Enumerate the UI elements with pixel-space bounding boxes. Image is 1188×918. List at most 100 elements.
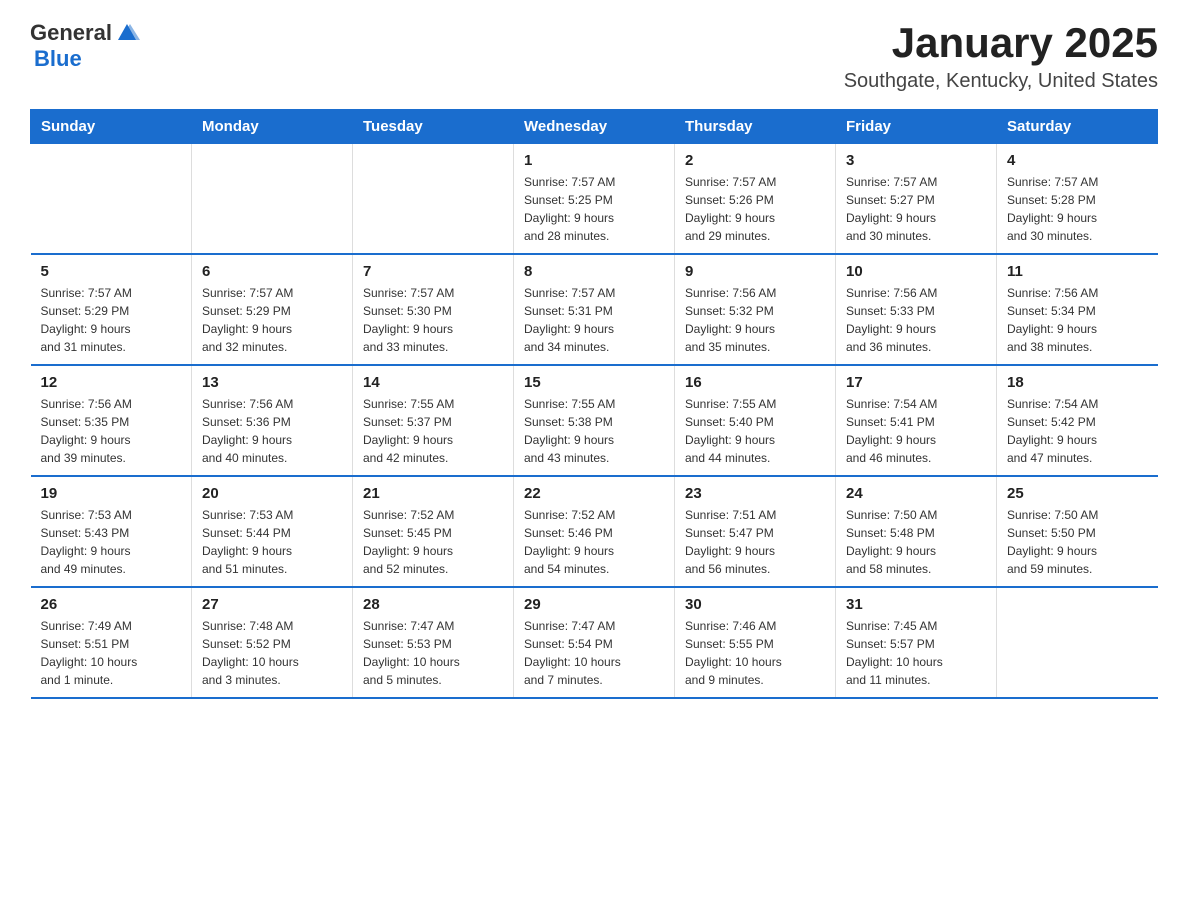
header-monday: Monday	[192, 110, 353, 144]
day-number: 10	[846, 263, 986, 280]
day-number: 27	[202, 596, 342, 613]
calendar-cell: 23 Sunrise: 7:51 AMSunset: 5:47 PMDayligh…	[675, 476, 836, 587]
calendar-cell: 14 Sunrise: 7:55 AMSunset: 5:37 PMDayligh…	[353, 365, 514, 476]
day-number: 31	[846, 596, 986, 613]
day-number: 6	[202, 263, 342, 280]
calendar-cell: 1 Sunrise: 7:57 AMSunset: 5:25 PMDaylight…	[514, 144, 675, 255]
header-thursday: Thursday	[675, 110, 836, 144]
day-number: 3	[846, 152, 986, 169]
day-number: 22	[524, 485, 664, 502]
day-info: Sunrise: 7:50 AMSunset: 5:50 PMDaylight:…	[1007, 506, 1148, 578]
day-number: 5	[41, 263, 182, 280]
week-row-4: 19Sunrise: 7:53 AMSunset: 5:43 PMDayligh…	[31, 476, 1158, 587]
day-number: 8	[524, 263, 664, 280]
day-info: Sunrise: 7:46 AMSunset: 5:55 PMDaylight:…	[685, 617, 825, 689]
calendar-cell	[997, 587, 1158, 698]
week-row-3: 12 Sunrise: 7:56 AMSunset: 5:35 PMDayligh…	[31, 365, 1158, 476]
day-info: Sunrise: 7:57 AMSunset: 5:30 PMDaylight:…	[363, 284, 503, 356]
day-info: Sunrise: 7:56 AMSunset: 5:34 PMDaylight:…	[1007, 284, 1148, 356]
day-info: Sunrise: 7:56 AMSunset: 5:33 PMDaylight:…	[846, 284, 986, 356]
header-sunday: Sunday	[31, 110, 192, 144]
calendar-cell: 15Sunrise: 7:55 AMSunset: 5:38 PMDayligh…	[514, 365, 675, 476]
header-tuesday: Tuesday	[353, 110, 514, 144]
day-info: Sunrise: 7:57 AMSunset: 5:31 PMDaylight:…	[524, 284, 664, 356]
calendar-cell: 26Sunrise: 7:49 AMSunset: 5:51 PMDayligh…	[31, 587, 192, 698]
day-info: Sunrise: 7:57 AMSunset: 5:26 PMDaylight:…	[685, 173, 825, 245]
calendar-cell: 24Sunrise: 7:50 AMSunset: 5:48 PMDayligh…	[836, 476, 997, 587]
calendar-cell: 4 Sunrise: 7:57 AMSunset: 5:28 PMDaylight…	[997, 144, 1158, 255]
day-number: 29	[524, 596, 664, 613]
day-info: Sunrise: 7:49 AMSunset: 5:51 PMDaylight:…	[41, 617, 182, 689]
calendar-cell: 13 Sunrise: 7:56 AMSunset: 5:36 PMDayligh…	[192, 365, 353, 476]
day-number: 11	[1007, 263, 1148, 280]
day-number: 15	[524, 374, 664, 391]
day-number: 18	[1007, 374, 1148, 391]
header-wednesday: Wednesday	[514, 110, 675, 144]
day-info: Sunrise: 7:56 AMSunset: 5:32 PMDaylight:…	[685, 284, 825, 356]
calendar-cell: 22 Sunrise: 7:52 AMSunset: 5:46 PMDayligh…	[514, 476, 675, 587]
day-number: 13	[202, 374, 342, 391]
day-number: 16	[685, 374, 825, 391]
calendar-cell	[353, 144, 514, 255]
day-info: Sunrise: 7:51 AMSunset: 5:47 PMDaylight:…	[685, 506, 825, 578]
day-info: Sunrise: 7:48 AMSunset: 5:52 PMDaylight:…	[202, 617, 342, 689]
week-row-2: 5 Sunrise: 7:57 AMSunset: 5:29 PMDaylight…	[31, 254, 1158, 365]
day-number: 4	[1007, 152, 1148, 169]
calendar-cell: 16 Sunrise: 7:55 AMSunset: 5:40 PMDayligh…	[675, 365, 836, 476]
calendar-cell: 6 Sunrise: 7:57 AMSunset: 5:29 PMDaylight…	[192, 254, 353, 365]
calendar-cell: 29Sunrise: 7:47 AMSunset: 5:54 PMDayligh…	[514, 587, 675, 698]
day-info: Sunrise: 7:56 AMSunset: 5:35 PMDaylight:…	[41, 395, 182, 467]
day-number: 2	[685, 152, 825, 169]
day-number: 19	[41, 485, 182, 502]
day-info: Sunrise: 7:45 AMSunset: 5:57 PMDaylight:…	[846, 617, 986, 689]
day-info: Sunrise: 7:57 AMSunset: 5:25 PMDaylight:…	[524, 173, 664, 245]
logo: General Blue	[30, 20, 142, 72]
day-info: Sunrise: 7:57 AMSunset: 5:29 PMDaylight:…	[202, 284, 342, 356]
header-saturday: Saturday	[997, 110, 1158, 144]
day-number: 12	[41, 374, 182, 391]
day-number: 1	[524, 152, 664, 169]
day-info: Sunrise: 7:57 AMSunset: 5:29 PMDaylight:…	[41, 284, 182, 356]
day-info: Sunrise: 7:53 AMSunset: 5:44 PMDaylight:…	[202, 506, 342, 578]
page-header: General Blue January 2025 Southgate, Ken…	[30, 20, 1158, 93]
calendar-cell: 2 Sunrise: 7:57 AMSunset: 5:26 PMDaylight…	[675, 144, 836, 255]
day-number: 25	[1007, 485, 1148, 502]
calendar-cell: 28Sunrise: 7:47 AMSunset: 5:53 PMDayligh…	[353, 587, 514, 698]
day-info: Sunrise: 7:54 AMSunset: 5:42 PMDaylight:…	[1007, 395, 1148, 467]
calendar-cell: 18 Sunrise: 7:54 AMSunset: 5:42 PMDayligh…	[997, 365, 1158, 476]
calendar-body: 1 Sunrise: 7:57 AMSunset: 5:25 PMDaylight…	[31, 144, 1158, 699]
calendar-cell: 19Sunrise: 7:53 AMSunset: 5:43 PMDayligh…	[31, 476, 192, 587]
calendar-cell: 11 Sunrise: 7:56 AMSunset: 5:34 PMDayligh…	[997, 254, 1158, 365]
day-info: Sunrise: 7:56 AMSunset: 5:36 PMDaylight:…	[202, 395, 342, 467]
calendar-cell	[31, 144, 192, 255]
logo-icon	[114, 20, 140, 46]
calendar-cell: 9 Sunrise: 7:56 AMSunset: 5:32 PMDaylight…	[675, 254, 836, 365]
calendar-cell: 17 Sunrise: 7:54 AMSunset: 5:41 PMDayligh…	[836, 365, 997, 476]
day-info: Sunrise: 7:57 AMSunset: 5:28 PMDaylight:…	[1007, 173, 1148, 245]
day-number: 23	[685, 485, 825, 502]
day-info: Sunrise: 7:55 AMSunset: 5:37 PMDaylight:…	[363, 395, 503, 467]
day-info: Sunrise: 7:52 AMSunset: 5:45 PMDaylight:…	[363, 506, 503, 578]
week-row-5: 26Sunrise: 7:49 AMSunset: 5:51 PMDayligh…	[31, 587, 1158, 698]
day-number: 28	[363, 596, 503, 613]
day-number: 24	[846, 485, 986, 502]
calendar-cell: 25 Sunrise: 7:50 AMSunset: 5:50 PMDayligh…	[997, 476, 1158, 587]
calendar-cell: 12 Sunrise: 7:56 AMSunset: 5:35 PMDayligh…	[31, 365, 192, 476]
calendar-cell: 3Sunrise: 7:57 AMSunset: 5:27 PMDaylight…	[836, 144, 997, 255]
header-friday: Friday	[836, 110, 997, 144]
day-number: 7	[363, 263, 503, 280]
day-number: 20	[202, 485, 342, 502]
calendar-cell: 31 Sunrise: 7:45 AMSunset: 5:57 PMDayligh…	[836, 587, 997, 698]
calendar-header: SundayMondayTuesdayWednesdayThursdayFrid…	[31, 110, 1158, 144]
day-info: Sunrise: 7:55 AMSunset: 5:40 PMDaylight:…	[685, 395, 825, 467]
day-number: 9	[685, 263, 825, 280]
day-info: Sunrise: 7:54 AMSunset: 5:41 PMDaylight:…	[846, 395, 986, 467]
day-number: 14	[363, 374, 503, 391]
logo-text-blue: Blue	[34, 46, 82, 72]
day-number: 21	[363, 485, 503, 502]
day-info: Sunrise: 7:52 AMSunset: 5:46 PMDaylight:…	[524, 506, 664, 578]
calendar-cell: 20 Sunrise: 7:53 AMSunset: 5:44 PMDayligh…	[192, 476, 353, 587]
calendar-table: SundayMondayTuesdayWednesdayThursdayFrid…	[30, 109, 1158, 699]
day-number: 17	[846, 374, 986, 391]
day-number: 30	[685, 596, 825, 613]
